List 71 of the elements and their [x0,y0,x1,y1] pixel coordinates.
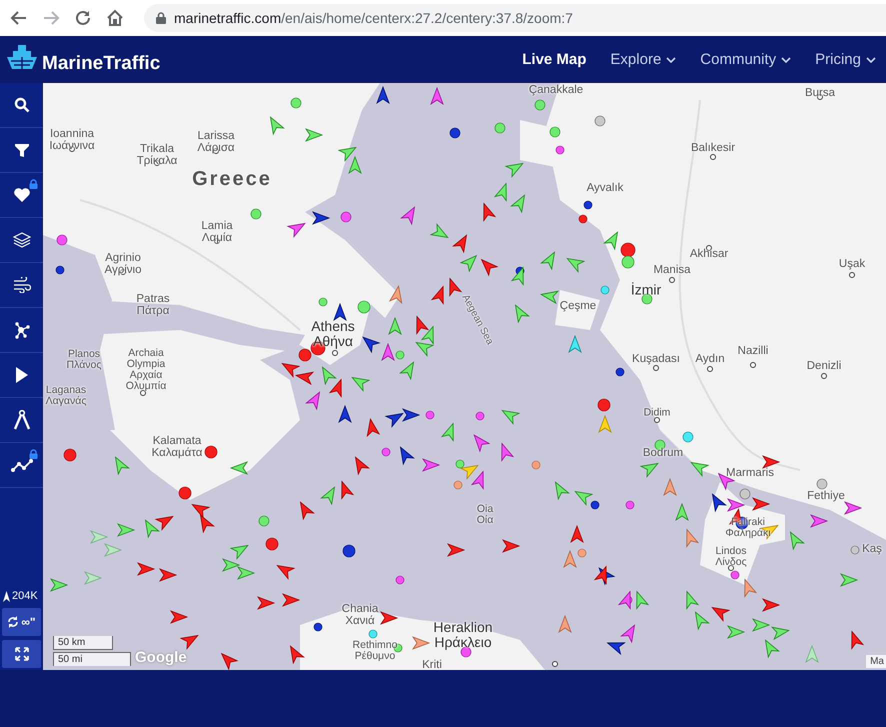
place-label: Lamia Λαμία [201,220,233,244]
place-label: Kriti [422,659,442,670]
place-label: Balıkesir [690,142,736,154]
lock-icon [29,449,38,459]
place-label: Kaş [862,543,882,555]
map-logo: Google [135,649,187,666]
nav-link[interactable]: Community [690,45,802,74]
scale-bar: 50 mi [53,652,131,666]
place-label: Çanakkale [528,84,584,96]
place-label: Aydın [695,353,725,365]
vessel-icon [3,590,10,602]
expand-icon [14,647,28,661]
nav-link[interactable]: Explore [600,45,686,74]
place-label: Chania Χανιά [342,603,378,627]
place-label: Oia Οία [476,504,494,526]
place-label: Kalamata Καλαμάτα [152,435,202,459]
fullscreen-button[interactable] [2,640,41,668]
layers-icon [12,232,30,248]
scale-bar: 50 km [53,636,113,650]
place-label: Didim [644,408,670,418]
lock-icon [156,12,166,24]
trend-icon [10,458,32,472]
network-icon [12,321,30,339]
place-label: Uşak [838,258,866,270]
place-label: Ioannina Ιωάννινα [49,128,95,152]
url-text: marinetraffic.com/en/ais/home/centerx:27.2/centery:37.8/zoom:7 [174,10,573,26]
place-label: Agrinio Αγρίνιο [104,252,142,276]
filter-icon [14,142,30,158]
place-label: Athens Αθήνα [311,319,355,349]
reload-icon[interactable] [74,9,92,27]
place-label: Heraklion Ηράκλειο [433,620,493,650]
place-label: Archaia Olympia Αρχαία Ολυμπία [124,348,168,392]
place-label: Bodrum [642,447,684,459]
place-label: Denizli [806,360,842,372]
lock-icon [29,179,38,189]
place-label: Greece [192,169,272,189]
play-icon [14,367,28,383]
address-bar[interactable]: marinetraffic.com/en/ais/home/centerx:27.2/centery:37.8/zoom:7 [144,4,886,32]
place-label: Trikala Τρίκαλα [136,143,178,167]
back-icon[interactable] [10,9,28,27]
place-label: Manisa [653,264,691,276]
playback-button[interactable]: ∞" [2,608,41,636]
search-icon [14,97,30,113]
place-label: Fethiye [807,490,845,502]
place-label: Kuşadası [632,353,680,365]
place-label: Rethimno Ρέθυμνο [352,640,398,662]
heart-icon [12,187,30,203]
vessel-count: 204K [12,590,38,602]
compass-icon [12,410,30,430]
nav-link[interactable]: Live Map [512,45,596,74]
refresh-icon [7,616,20,628]
wind-icon [12,277,30,293]
chevron-down-icon [781,56,792,62]
place-label: Patras Πάτρα [136,293,170,317]
place-label: Marmaris [726,467,774,479]
place-label: Çeşme [560,300,596,312]
place-label: Planos Πλάνος [66,349,102,371]
map-attribution: Ma [866,655,886,668]
nav-link[interactable]: Pricing [805,45,886,74]
chevron-down-icon [866,56,876,62]
place-label: Akhisar [690,248,728,260]
place-label: Larissa Λάρισα [197,130,235,154]
place-label: Laganas Λαγανάς [46,385,86,407]
place-label: Lindos Λίνδος [715,546,747,568]
place-label: Ayvalık [586,182,624,194]
place-label: Nazilli [738,345,768,357]
home-icon[interactable] [106,9,124,27]
place-label: İzmir [630,282,662,298]
place-label: Bursa [804,87,836,99]
chevron-down-icon [666,56,676,62]
brand-name: MarineTraffic [42,52,160,74]
